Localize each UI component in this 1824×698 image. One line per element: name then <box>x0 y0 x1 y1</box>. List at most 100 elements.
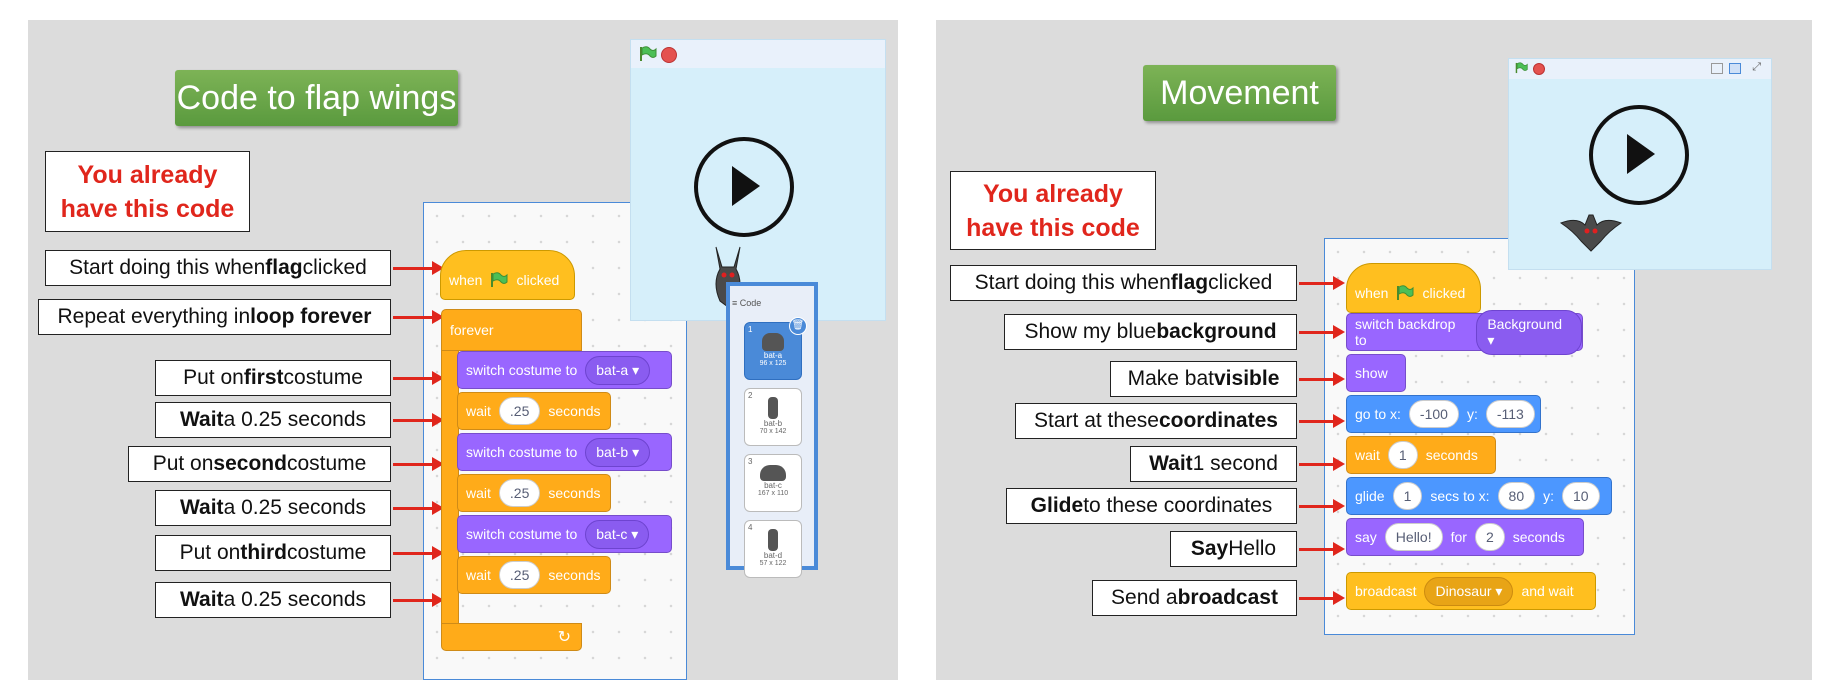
costume-image <box>762 333 784 351</box>
block-text: show <box>1355 365 1388 381</box>
arrow <box>393 457 444 471</box>
block-text: glide <box>1355 488 1385 504</box>
code-tab-icon: ≡ <box>732 298 740 308</box>
costume-dropdown[interactable]: bat-b ▾ <box>585 437 651 467</box>
arrow <box>393 413 444 427</box>
wait-block[interactable]: wait .25 seconds <box>457 474 611 512</box>
forever-bottom: ↻ <box>441 623 582 651</box>
switch-costume-block[interactable]: switch costume to bat-b ▾ <box>457 433 672 471</box>
costume-thumb[interactable]: 1 bat-a 96 x 125 🗑 <box>744 317 807 380</box>
broadcast-and-wait-block[interactable]: broadcast Dinosaur ▾ and wait <box>1346 572 1596 610</box>
block-text: wait <box>466 403 491 419</box>
block-text: seconds <box>1425 447 1478 463</box>
arrow <box>1299 276 1345 290</box>
when-flag-clicked-block[interactable]: when clicked <box>440 250 575 300</box>
bat-sprite <box>1559 214 1623 252</box>
go-to-xy-block[interactable]: go to x: -100 y: -113 <box>1346 395 1541 433</box>
costume-thumb[interactable]: 2 bat-b 70 x 142 <box>744 388 802 446</box>
play-icon[interactable] <box>694 137 794 237</box>
say-input[interactable]: Hello! <box>1384 523 1443 551</box>
switch-backdrop-block[interactable]: switch backdrop to Background ▾ <box>1346 309 1583 355</box>
block-text: wait <box>466 485 491 501</box>
arrow <box>1299 457 1345 471</box>
fullscreen-icon[interactable]: ⤢ <box>1752 61 1761 74</box>
wait-input[interactable]: .25 <box>498 397 541 425</box>
already-have-code-note: You already have this code <box>45 151 250 232</box>
wait-block[interactable]: wait 1 seconds <box>1346 436 1496 474</box>
label-loop-forever: Repeat everything in loop forever <box>38 299 391 335</box>
switch-costume-block[interactable]: switch costume to bat-c ▾ <box>457 515 672 553</box>
say-for-block[interactable]: say Hello! for 2 seconds <box>1346 518 1584 556</box>
green-flag-icon[interactable] <box>1515 62 1528 74</box>
block-text: clicked <box>516 272 560 288</box>
costume-dropdown[interactable]: bat-a ▾ <box>585 355 651 385</box>
block-text: forever <box>450 322 494 338</box>
arrow <box>393 501 444 515</box>
label-broadcast: Send a broadcast <box>1092 580 1297 616</box>
label-first-costume: Put on first costume <box>155 360 391 396</box>
x-input[interactable]: -100 <box>1408 400 1459 428</box>
arrow <box>393 593 444 607</box>
block-text: switch backdrop to <box>1355 316 1456 348</box>
stop-icon[interactable] <box>661 47 677 63</box>
arrow <box>1299 499 1345 513</box>
label-say-hello: Say Hello <box>1170 531 1297 567</box>
block-text: broadcast <box>1355 583 1417 599</box>
costume-panel: ≡ Code 1 bat-a 96 x 125 🗑 2 bat-b 70 x 1… <box>726 282 818 578</box>
slide-movement: Movement You already have this code Start… <box>936 20 1812 680</box>
block-text: for <box>1450 529 1467 545</box>
block-text: when <box>1355 285 1389 301</box>
stage[interactable] <box>630 39 886 321</box>
glide-block[interactable]: glide 1 secs to x: 80 y: 10 <box>1346 477 1612 515</box>
block-text: wait <box>1355 447 1380 463</box>
play-icon[interactable] <box>1589 105 1689 205</box>
show-block[interactable]: show <box>1346 354 1406 392</box>
arrow <box>393 546 444 560</box>
label-visible: Make bat visible <box>1110 361 1297 397</box>
arrow <box>393 310 444 324</box>
label-coordinates: Start at these coordinates <box>1015 403 1297 439</box>
stop-icon[interactable] <box>1533 63 1545 75</box>
switch-costume-block[interactable]: switch costume to bat-a ▾ <box>457 351 672 389</box>
wait-input[interactable]: .25 <box>498 479 541 507</box>
wait-block[interactable]: wait .25 seconds <box>457 392 611 430</box>
block-text: when <box>449 272 483 288</box>
arrow <box>393 261 444 275</box>
label-wait: Wait 1 second <box>1130 446 1297 482</box>
forever-block[interactable]: forever <box>441 309 582 351</box>
block-text: y: <box>1543 488 1554 504</box>
block-text: y: <box>1466 406 1478 422</box>
arrow <box>1299 591 1345 605</box>
label-wait-3: Wait a 0.25 seconds <box>155 582 391 618</box>
green-flag-icon[interactable] <box>639 46 657 62</box>
wait-block[interactable]: wait .25 seconds <box>457 556 611 594</box>
glide-secs-input[interactable]: 1 <box>1392 482 1423 510</box>
small-stage-icon[interactable] <box>1711 63 1723 74</box>
y-input[interactable]: -113 <box>1485 400 1535 428</box>
backdrop-dropdown[interactable]: Background ▾ <box>1476 309 1582 355</box>
costume-dropdown[interactable]: bat-c ▾ <box>585 519 650 549</box>
costume-thumb[interactable]: 4 bat-d 57 x 122 <box>744 520 802 578</box>
broadcast-dropdown[interactable]: Dinosaur ▾ <box>1424 576 1514 606</box>
block-text: seconds <box>548 567 601 583</box>
loop-arrow-icon: ↻ <box>557 629 571 646</box>
large-stage-icon[interactable] <box>1729 63 1741 74</box>
block-text: switch costume to <box>466 526 578 542</box>
delete-icon[interactable]: 🗑 <box>789 317 807 335</box>
arrow <box>1299 414 1345 428</box>
block-text: seconds <box>548 485 601 501</box>
costume-image <box>768 397 778 419</box>
wait-input[interactable]: .25 <box>498 561 541 589</box>
glide-x-input[interactable]: 80 <box>1497 482 1536 510</box>
costume-thumb[interactable]: 3 bat-c 167 x 110 <box>744 454 802 512</box>
wait-input[interactable]: 1 <box>1387 441 1418 469</box>
tab-code[interactable]: ≡ Code <box>732 298 761 308</box>
block-text: wait <box>466 567 491 583</box>
glide-y-input[interactable]: 10 <box>1562 482 1600 510</box>
say-secs-input[interactable]: 2 <box>1474 523 1505 551</box>
when-flag-clicked-block[interactable]: when clicked <box>1346 263 1481 313</box>
arrow <box>393 371 444 385</box>
label-background: Show my blue background <box>1004 314 1297 350</box>
stage[interactable]: ⤢ <box>1508 58 1772 270</box>
arrow <box>1299 542 1345 556</box>
